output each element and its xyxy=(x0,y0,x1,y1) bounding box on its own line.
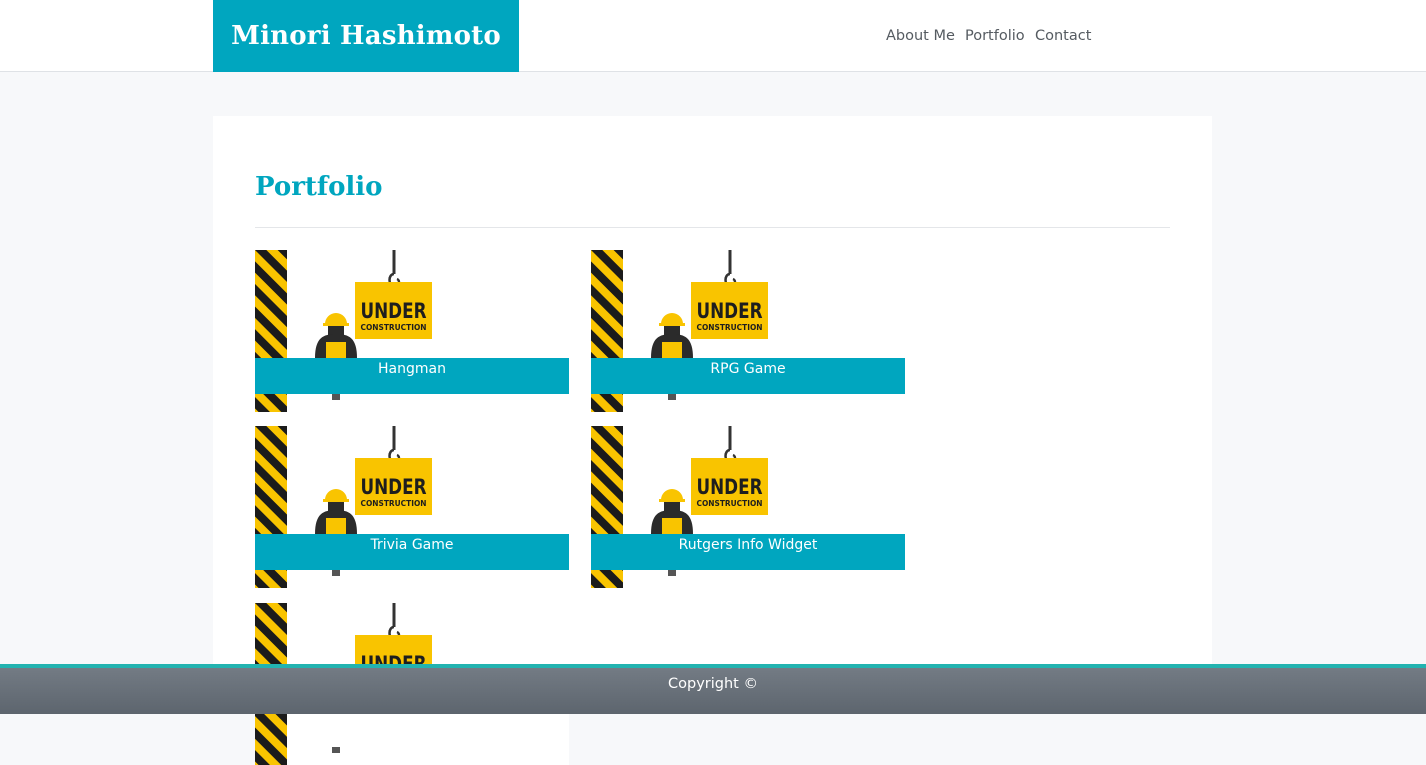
project-card-trivia-game[interactable]: Trivia Game xyxy=(255,426,569,588)
project-label: Trivia Game xyxy=(255,534,569,570)
nav-contact[interactable]: Contact xyxy=(1035,28,1091,44)
page-title: Portfolio xyxy=(255,172,383,202)
project-label: RPG Game xyxy=(591,358,905,394)
nav-portfolio[interactable]: Portfolio xyxy=(965,28,1025,44)
brand-link[interactable]: Minori Hashimoto xyxy=(213,0,519,72)
project-card-rutgers-info-widget[interactable]: Rutgers Info Widget xyxy=(591,426,905,588)
project-label: Hangman xyxy=(255,358,569,394)
nav-about-me[interactable]: About Me xyxy=(886,28,955,44)
project-card-rpg-game[interactable]: RPG Game xyxy=(591,250,905,412)
footer: Copyright © xyxy=(0,664,1426,714)
project-card-hangman[interactable]: Hangman xyxy=(255,250,569,412)
project-label: Rutgers Info Widget xyxy=(591,534,905,570)
top-navbar: Minori Hashimoto About Me Portfolio Cont… xyxy=(0,0,1426,72)
copyright-text: Copyright © xyxy=(668,676,758,692)
title-divider xyxy=(255,227,1170,228)
